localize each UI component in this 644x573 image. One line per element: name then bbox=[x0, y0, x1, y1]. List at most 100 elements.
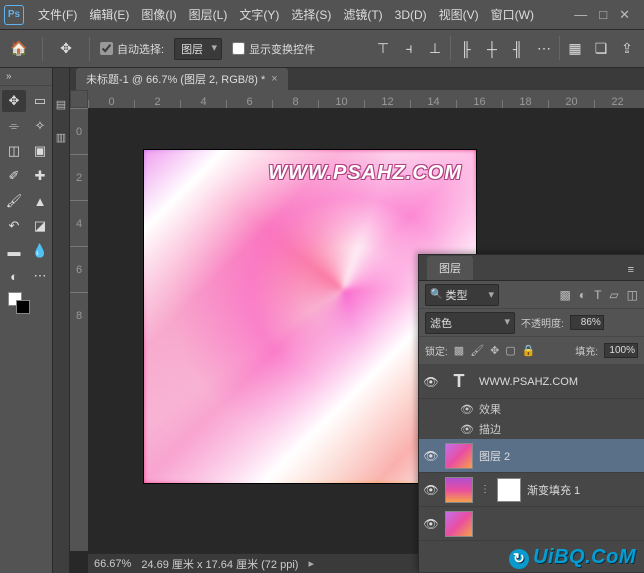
text-layer-icon: T bbox=[445, 369, 473, 395]
tab-close-icon[interactable]: × bbox=[271, 73, 277, 85]
layers-panel-tab[interactable]: 图层 bbox=[427, 256, 473, 280]
layer-name[interactable]: 图层 2 bbox=[479, 448, 640, 464]
maximize-icon[interactable]: □ bbox=[599, 7, 607, 23]
layer-mask-thumbnail[interactable] bbox=[497, 478, 521, 502]
visibility-toggle[interactable]: 👁 bbox=[423, 517, 439, 531]
fx-stroke-row[interactable]: 👁描边 bbox=[459, 419, 644, 439]
filter-text-icon[interactable]: T bbox=[594, 288, 601, 302]
layer-thumbnail bbox=[445, 511, 473, 537]
lock-pixels-icon[interactable]: 🖌 bbox=[470, 344, 484, 357]
menu-window[interactable]: 窗口(W) bbox=[485, 2, 540, 27]
filter-adjust-icon[interactable]: ◐ bbox=[579, 288, 586, 302]
layer-name[interactable]: 渐变填充 1 bbox=[527, 482, 640, 498]
ruler-tick: 20 bbox=[548, 100, 594, 108]
status-caret-icon[interactable]: ▸ bbox=[308, 557, 314, 570]
layer-name[interactable]: WWW.PSAHZ.COM bbox=[479, 376, 640, 388]
menu-layer[interactable]: 图层(L) bbox=[183, 2, 234, 27]
menu-select[interactable]: 选择(S) bbox=[285, 2, 337, 27]
history-brush-tool[interactable]: ↶ bbox=[2, 215, 26, 237]
more-icon[interactable]: ⋯ bbox=[533, 36, 555, 62]
separator bbox=[42, 37, 43, 61]
visibility-toggle[interactable]: 👁 bbox=[423, 483, 439, 497]
dodge-tool[interactable]: ◐ bbox=[2, 265, 26, 287]
layer-thumbnail bbox=[445, 477, 473, 503]
3d-mode-icon[interactable]: ▦ bbox=[564, 36, 586, 62]
panel-menu-icon[interactable]: ≡ bbox=[624, 260, 638, 280]
filter-shape-icon[interactable]: ▱ bbox=[609, 288, 618, 302]
app-logo: Ps bbox=[4, 5, 24, 25]
fx-row[interactable]: 👁效果 bbox=[459, 399, 644, 419]
lock-all-icon[interactable]: 🔒 bbox=[522, 344, 536, 357]
ruler-tick: 0 bbox=[88, 100, 134, 108]
align-left-icon[interactable]: ╟ bbox=[455, 36, 477, 62]
filter-pixel-icon[interactable]: ▩ bbox=[559, 288, 570, 302]
align-vcenter-icon[interactable]: ⫞ bbox=[398, 36, 420, 62]
lock-artboard-icon[interactable]: ▢ bbox=[505, 344, 515, 357]
align-hcenter-icon[interactable]: ┼ bbox=[481, 36, 503, 62]
blend-mode-dropdown[interactable]: 滤色 bbox=[425, 312, 515, 334]
move-tool[interactable]: ✥ bbox=[2, 90, 26, 112]
auto-select-checkbox[interactable]: 自动选择: bbox=[100, 41, 164, 57]
align-top-icon[interactable]: ⊤ bbox=[372, 36, 394, 62]
align-bottom-icon[interactable]: ⊥ bbox=[424, 36, 446, 62]
lock-position-icon[interactable]: ✥ bbox=[490, 344, 499, 357]
menu-3d[interactable]: 3D(D) bbox=[389, 4, 433, 26]
menu-view[interactable]: 视图(V) bbox=[433, 2, 485, 27]
arrange-icon[interactable]: ❏ bbox=[590, 36, 612, 62]
eyedropper-tool[interactable]: ✐ bbox=[2, 165, 26, 187]
ruler-tick: 0 bbox=[70, 108, 88, 154]
visibility-toggle[interactable]: 👁 bbox=[423, 375, 439, 389]
visibility-toggle[interactable]: 👁 bbox=[423, 449, 439, 463]
panel-icon-2[interactable]: ▥ bbox=[56, 131, 66, 144]
show-transform-checkbox[interactable]: 显示变换控件 bbox=[232, 41, 315, 57]
show-transform-input[interactable] bbox=[232, 42, 245, 55]
minimize-icon[interactable]: — bbox=[574, 7, 587, 23]
menu-type[interactable]: 文字(Y) bbox=[233, 2, 285, 27]
menu-filter[interactable]: 滤镜(T) bbox=[337, 2, 388, 27]
fill-label: 填充: bbox=[575, 343, 598, 358]
visibility-toggle[interactable]: 👁 bbox=[459, 403, 475, 416]
visibility-toggle[interactable]: 👁 bbox=[459, 423, 475, 436]
lock-transparent-icon[interactable]: ▩ bbox=[454, 344, 464, 357]
stamp-tool[interactable]: ▲ bbox=[28, 190, 52, 212]
document-tab[interactable]: 未标题-1 @ 66.7% (图层 2, RGB/8) * × bbox=[76, 68, 288, 90]
auto-select-input[interactable] bbox=[100, 42, 113, 55]
share-icon[interactable]: ⇪ bbox=[616, 36, 638, 62]
opacity-input[interactable] bbox=[570, 315, 604, 330]
menu-image[interactable]: 图像(I) bbox=[135, 2, 182, 27]
close-icon[interactable]: ✕ bbox=[619, 7, 630, 23]
magic-wand-tool[interactable]: ✧ bbox=[28, 115, 52, 137]
menu-file[interactable]: 文件(F) bbox=[32, 2, 83, 27]
more-tools[interactable]: ⋯ bbox=[28, 265, 52, 287]
layer-row-text[interactable]: 👁 T WWW.PSAHZ.COM bbox=[419, 365, 644, 399]
auto-select-target-dropdown[interactable]: 图层 bbox=[174, 38, 222, 60]
layer-effects-group: 👁效果 👁描边 bbox=[419, 399, 644, 439]
move-tool-icon[interactable]: ✥ bbox=[53, 36, 79, 62]
heal-tool[interactable]: ✚ bbox=[28, 165, 52, 187]
brush-tool[interactable]: 🖌 bbox=[2, 190, 26, 212]
toolbox-collapse[interactable]: » bbox=[0, 68, 52, 86]
filter-type-dropdown[interactable]: 类型▾ bbox=[425, 284, 499, 306]
eraser-tool[interactable]: ◪ bbox=[28, 215, 52, 237]
filter-smart-icon[interactable]: ◫ bbox=[627, 288, 638, 302]
zoom-value[interactable]: 66.67% bbox=[94, 558, 131, 570]
layer-row-image[interactable]: 👁 图层 2 bbox=[419, 439, 644, 473]
color-swatches[interactable] bbox=[2, 290, 52, 318]
fill-input[interactable] bbox=[604, 343, 638, 358]
layer-row-extra[interactable]: 👁 bbox=[419, 507, 644, 541]
frame-tool[interactable]: ▣ bbox=[28, 140, 52, 162]
blur-tool[interactable]: 💧 bbox=[28, 240, 52, 262]
lasso-tool[interactable]: ⌯ bbox=[2, 115, 26, 137]
marquee-tool[interactable]: ▭ bbox=[28, 90, 52, 112]
menu-edit[interactable]: 编辑(E) bbox=[83, 2, 135, 27]
ruler-tick: 6 bbox=[226, 100, 272, 108]
gradient-tool[interactable]: ▬ bbox=[2, 240, 26, 262]
home-icon[interactable]: 🏠 bbox=[6, 36, 32, 62]
panel-icon-1[interactable]: ▤ bbox=[56, 98, 66, 111]
align-right-icon[interactable]: ╢ bbox=[507, 36, 529, 62]
lock-fill-row: 锁定: ▩ 🖌 ✥ ▢ 🔒 填充: bbox=[419, 337, 644, 365]
separator bbox=[559, 36, 560, 60]
background-color[interactable] bbox=[16, 300, 30, 314]
layer-row-gradient[interactable]: 👁 ⋮ 渐变填充 1 bbox=[419, 473, 644, 507]
crop-tool[interactable]: ◫ bbox=[2, 140, 26, 162]
